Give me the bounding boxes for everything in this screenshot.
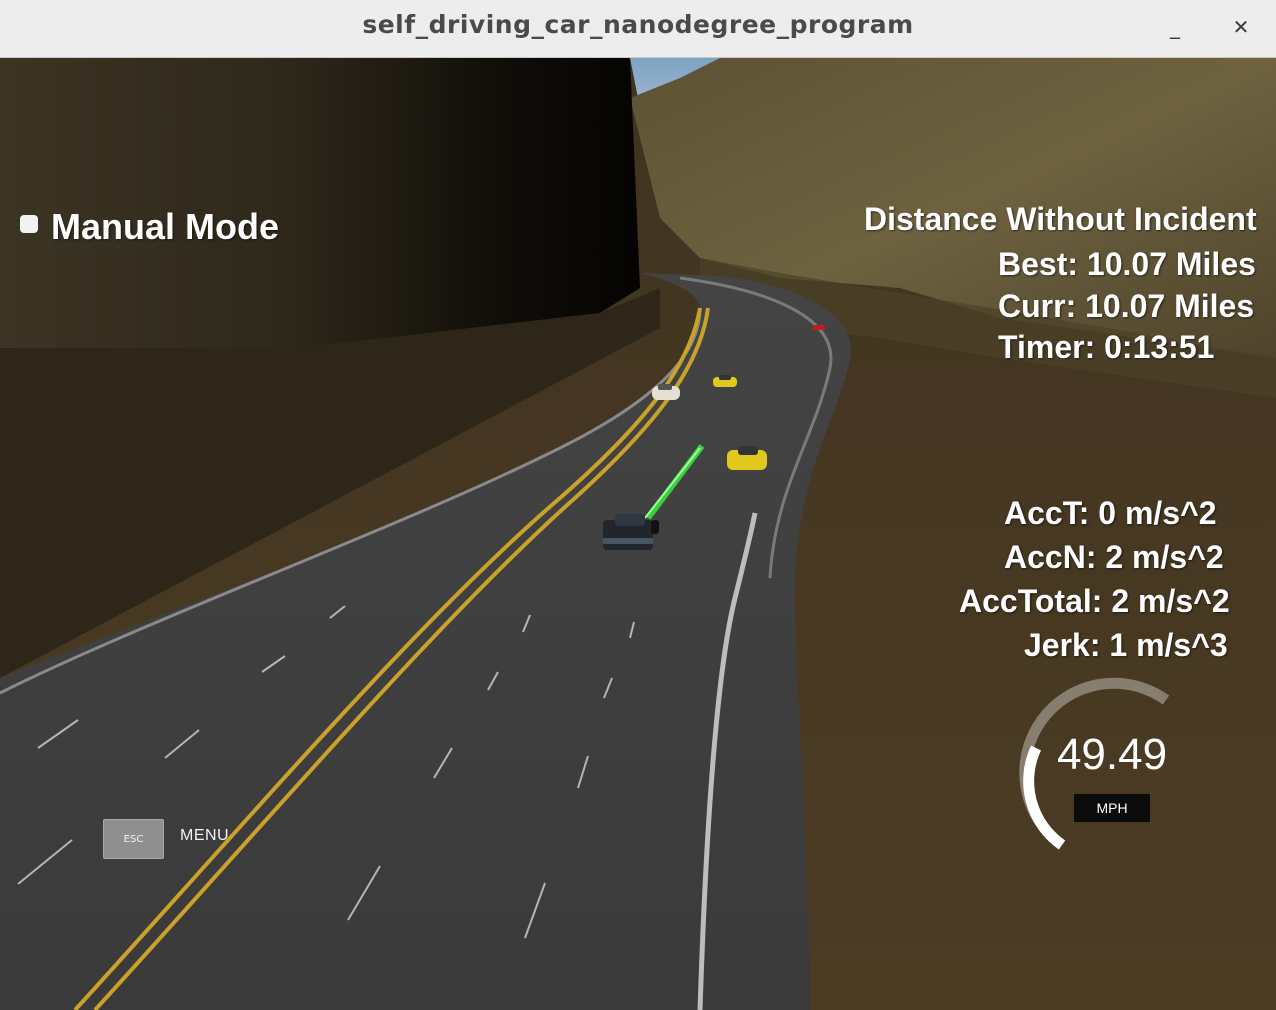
speed-value: 49.49	[1056, 730, 1168, 779]
acc-total: AccTotal: 2 m/s^2	[959, 583, 1230, 619]
current-distance: Curr: 10.07 Miles	[998, 288, 1255, 324]
acc-normal: AccN: 2 m/s^2	[1004, 539, 1224, 575]
jerk: Jerk: 1 m/s^3	[1024, 627, 1228, 663]
manual-mode-label: Manual Mode	[51, 206, 280, 247]
esc-menu-button[interactable]: ESC	[103, 819, 164, 859]
acc-tangential: AccT: 0 m/s^2	[1004, 495, 1217, 531]
minimize-button[interactable]: _	[1160, 12, 1190, 42]
checkbox-icon[interactable]	[20, 215, 38, 233]
npc-car-white	[652, 384, 680, 400]
close-button[interactable]: ✕	[1226, 12, 1256, 42]
timer: Timer: 0:13:51	[998, 329, 1215, 365]
menu-label[interactable]: MENU	[180, 827, 229, 845]
app-window: self_driving_car_nanodegree_program _ ✕	[0, 0, 1276, 1010]
simulator-viewport[interactable]: Manual Mode Distance Without Incident Be…	[0, 58, 1276, 1010]
distance-title: Distance Without Incident	[864, 201, 1257, 237]
left-cliff	[0, 58, 640, 348]
npc-car-red	[813, 325, 825, 330]
speed-unit: MPH	[1074, 794, 1150, 822]
window-title: self_driving_car_nanodegree_program	[362, 10, 914, 39]
best-distance: Best: 10.07 Miles	[998, 246, 1256, 282]
title-bar[interactable]: self_driving_car_nanodegree_program _ ✕	[0, 0, 1276, 58]
